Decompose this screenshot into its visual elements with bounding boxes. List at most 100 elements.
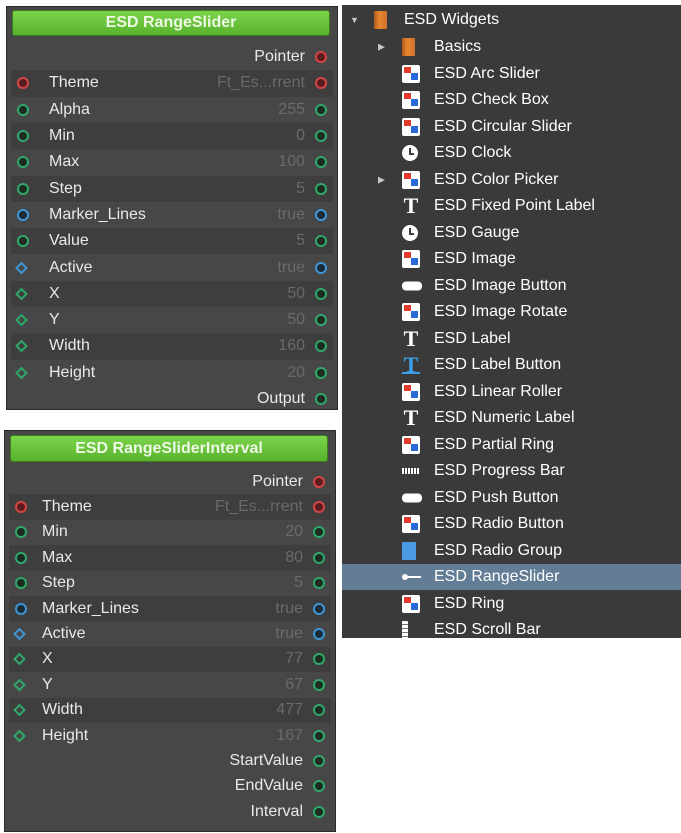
output-pin[interactable] bbox=[315, 366, 327, 379]
property-value[interactable]: Ft_Es...rrent bbox=[215, 498, 303, 516]
node-esd-rangeslider-interval[interactable]: ESD RangeSliderInterval Pointer Theme Ft_E… bbox=[4, 430, 336, 832]
expand-arrow-icon[interactable]: ▶ bbox=[378, 174, 385, 185]
property-row-max[interactable]: Max 80 bbox=[9, 545, 331, 571]
property-row-active[interactable]: Active true bbox=[9, 621, 331, 646]
input-pin[interactable] bbox=[15, 602, 27, 615]
output-pin[interactable] bbox=[313, 729, 325, 742]
property-value[interactable]: 5 bbox=[294, 574, 303, 592]
property-value[interactable]: 255 bbox=[278, 101, 305, 119]
property-value[interactable]: 160 bbox=[278, 337, 305, 355]
input-pin[interactable] bbox=[17, 182, 29, 195]
tree-item[interactable]: ESD Arc Slider bbox=[342, 61, 681, 87]
tree-item[interactable]: ESD RangeSlider bbox=[342, 564, 681, 590]
input-pin[interactable] bbox=[13, 627, 26, 641]
property-row-active[interactable]: Active true bbox=[11, 254, 333, 280]
property-row-theme[interactable]: Theme Ft_Es...rrent bbox=[11, 70, 333, 97]
output-pin[interactable] bbox=[313, 678, 325, 691]
tree-item[interactable]: ESD Circular Slider bbox=[342, 114, 681, 140]
output-pin[interactable] bbox=[315, 103, 327, 116]
property-row-max[interactable]: Max 100 bbox=[11, 149, 333, 175]
property-value[interactable]: 477 bbox=[276, 701, 303, 719]
property-value[interactable]: 77 bbox=[285, 650, 303, 668]
property-value[interactable]: 5 bbox=[296, 232, 305, 250]
tree-item[interactable]: ESD Linear Roller bbox=[342, 379, 681, 405]
output-pin[interactable] bbox=[313, 551, 325, 564]
input-pin[interactable] bbox=[17, 208, 29, 221]
output-pin[interactable] bbox=[315, 130, 327, 143]
property-row-y[interactable]: Y 67 bbox=[9, 672, 331, 697]
input-pin[interactable] bbox=[15, 261, 28, 274]
input-pin[interactable] bbox=[17, 130, 29, 143]
node-esd-rangeslider[interactable]: ESD RangeSlider Pointer Theme Ft_Es...rren… bbox=[6, 6, 338, 410]
input-pin[interactable] bbox=[13, 703, 26, 717]
tree-item[interactable]: ESD Push Button bbox=[342, 485, 681, 511]
tree-item[interactable]: ▶ Basics bbox=[342, 34, 681, 60]
node-title[interactable]: ESD RangeSliderInterval bbox=[10, 435, 328, 462]
collapse-arrow-icon[interactable]: ▼ bbox=[350, 15, 359, 25]
property-value[interactable]: 50 bbox=[287, 285, 305, 303]
input-pin[interactable] bbox=[17, 103, 29, 116]
property-row-theme[interactable]: Theme Ft_Es...rrent bbox=[9, 494, 331, 520]
output-pin[interactable] bbox=[315, 340, 327, 353]
property-value[interactable]: 167 bbox=[276, 727, 303, 745]
pointer-output-pin[interactable] bbox=[313, 475, 325, 488]
input-pin[interactable] bbox=[17, 156, 29, 169]
tree-item[interactable]: T ESD Label Button bbox=[342, 352, 681, 378]
input-pin[interactable] bbox=[17, 235, 29, 248]
output-pin[interactable] bbox=[315, 156, 327, 169]
output-pin[interactable] bbox=[313, 602, 325, 615]
tree-item[interactable]: ESD Gauge bbox=[342, 220, 681, 246]
property-value[interactable]: 20 bbox=[285, 523, 303, 541]
tree-item[interactable]: ▶ ESD Color Picker bbox=[342, 167, 681, 193]
tree-item[interactable]: T ESD Fixed Point Label bbox=[342, 193, 681, 219]
property-value[interactable]: true bbox=[275, 625, 303, 643]
property-row-min[interactable]: Min 20 bbox=[9, 520, 331, 545]
output-pin[interactable] bbox=[315, 77, 327, 90]
tree-item[interactable]: ESD Scroll Bar bbox=[342, 617, 681, 638]
input-pin[interactable] bbox=[17, 77, 29, 90]
output-pin[interactable] bbox=[313, 704, 325, 717]
property-value[interactable]: 20 bbox=[287, 364, 305, 382]
tree-item[interactable]: ESD Radio Group bbox=[342, 538, 681, 564]
property-row-value[interactable]: Value 5 bbox=[11, 228, 333, 255]
tree-item[interactable]: ESD Radio Button bbox=[342, 511, 681, 537]
property-row-marker-lines[interactable]: Marker_Lines true bbox=[11, 202, 333, 228]
output-pin[interactable] bbox=[313, 805, 325, 818]
property-row-width[interactable]: Width 160 bbox=[11, 333, 333, 360]
property-row-alpha[interactable]: Alpha 255 bbox=[11, 97, 333, 123]
tree-item[interactable]: ESD Image bbox=[342, 246, 681, 272]
tree-item[interactable]: ESD Image Button bbox=[342, 273, 681, 299]
property-row-height[interactable]: Height 167 bbox=[9, 723, 331, 748]
output-pin[interactable] bbox=[315, 182, 327, 195]
property-row-height[interactable]: Height 20 bbox=[11, 360, 333, 386]
property-row-step[interactable]: Step 5 bbox=[11, 175, 333, 202]
output-pin[interactable] bbox=[315, 287, 327, 300]
input-pin[interactable] bbox=[15, 501, 27, 514]
property-value[interactable]: 100 bbox=[278, 153, 305, 171]
output-pin[interactable] bbox=[313, 526, 325, 539]
input-pin[interactable] bbox=[15, 366, 28, 380]
input-pin[interactable] bbox=[15, 313, 28, 327]
expand-arrow-icon[interactable]: ▶ bbox=[378, 42, 385, 53]
property-value[interactable]: true bbox=[277, 259, 305, 277]
input-pin[interactable] bbox=[15, 551, 27, 564]
property-row-width[interactable]: Width 477 bbox=[9, 697, 331, 723]
tree-item[interactable]: ESD Image Rotate bbox=[342, 299, 681, 325]
output-pin[interactable] bbox=[313, 755, 325, 768]
property-value[interactable]: 80 bbox=[285, 549, 303, 567]
output-pin[interactable] bbox=[313, 577, 325, 590]
output-pin[interactable] bbox=[313, 780, 325, 793]
input-pin[interactable] bbox=[15, 577, 27, 590]
pointer-output-pin[interactable] bbox=[315, 51, 327, 64]
property-value[interactable]: 5 bbox=[296, 180, 305, 198]
tree-item[interactable]: ESD Partial Ring bbox=[342, 432, 681, 458]
tree-item[interactable]: ▼ ESD Widgets bbox=[342, 7, 681, 33]
property-value[interactable]: 0 bbox=[296, 127, 305, 145]
property-value[interactable]: Ft_Es...rrent bbox=[217, 74, 305, 92]
input-pin[interactable] bbox=[13, 729, 26, 743]
input-pin[interactable] bbox=[13, 678, 26, 692]
tree-item[interactable]: ESD Check Box bbox=[342, 87, 681, 113]
property-value[interactable]: true bbox=[277, 206, 305, 224]
output-pin[interactable] bbox=[315, 235, 327, 248]
property-value[interactable]: 50 bbox=[287, 311, 305, 329]
